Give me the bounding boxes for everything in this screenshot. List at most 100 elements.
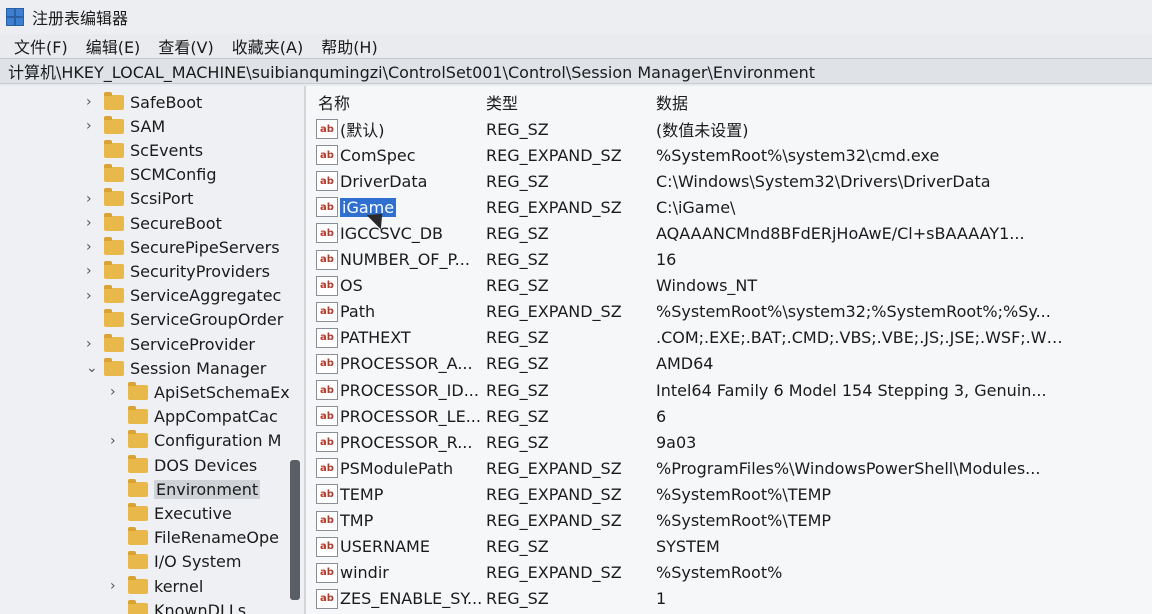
value-row[interactable]: ab PATHEXT REG_SZ .COM;.EXE;.BAT;.CMD;.VBS;… [306, 325, 1152, 351]
folder-icon [104, 260, 124, 279]
tree-item[interactable]: DOS Devices [110, 453, 257, 477]
value-name: USERNAME [340, 537, 482, 556]
value-row[interactable]: ab Path REG_EXPAND_SZ %SystemRoot%\system32… [306, 299, 1152, 325]
tree-item[interactable]: ServiceGroupOrder [86, 308, 283, 332]
tree-item[interactable]: › SecurityProviders [86, 259, 270, 283]
tree-item[interactable]: I/O System [110, 550, 241, 574]
value-data: 9a03 [656, 432, 697, 452]
menu-help[interactable]: 帮助(H) [321, 34, 378, 58]
tree-item[interactable]: › SecureBoot [86, 211, 222, 235]
no-expander [110, 557, 120, 567]
expand-chevron-icon[interactable]: › [86, 192, 96, 206]
value-row[interactable]: ab TMP REG_EXPAND_SZ %SystemRoot%\TEMP [306, 508, 1152, 534]
value-row[interactable]: ab ComSpec REG_EXPAND_SZ %SystemRoot%\syste… [306, 142, 1152, 168]
expand-chevron-icon[interactable]: › [86, 264, 96, 278]
value-name: PROCESSOR_R... [340, 433, 482, 452]
tree-item[interactable]: ⌄ Session Manager [86, 356, 266, 380]
tree-item[interactable]: › ApiSetSchemaEx [110, 380, 290, 404]
value-row[interactable]: ab iGame REG_EXPAND_SZ C:\iGame\ [306, 194, 1152, 220]
tree-item[interactable]: › SAM [86, 114, 165, 138]
folder-icon [104, 285, 124, 304]
folder-icon [128, 430, 148, 449]
tree-item[interactable]: › ServiceAggregatec [86, 284, 281, 308]
menu-edit[interactable]: 编辑(E) [86, 34, 141, 58]
tree-item[interactable]: Environment [110, 477, 261, 501]
value-row[interactable]: ab PSModulePath REG_EXPAND_SZ %ProgramFiles… [306, 455, 1152, 481]
folder-icon [104, 212, 124, 231]
string-value-icon: ab [316, 406, 338, 427]
tree-item[interactable]: KnownDLLs [110, 598, 246, 614]
tree-item[interactable]: FileRenameOpe [110, 526, 279, 550]
value-row[interactable]: ab OS REG_SZ Windows_NT [306, 273, 1152, 299]
tree-item-label: ScEvents [130, 140, 204, 160]
expand-chevron-icon[interactable]: › [86, 95, 96, 109]
menu-favorites[interactable]: 收藏夹(A) [232, 34, 303, 58]
address-bar[interactable]: 计算机\HKEY_LOCAL_MACHINE\suibianqumingzi\C… [0, 58, 1152, 84]
expand-chevron-icon[interactable]: › [86, 119, 96, 133]
value-name: windir [340, 563, 482, 582]
string-value-icon: ab [316, 562, 338, 583]
tree-item-label: ServiceAggregatec [130, 286, 282, 306]
expand-chevron-icon[interactable]: › [86, 216, 96, 230]
expand-chevron-icon[interactable]: › [86, 240, 96, 254]
column-header-data[interactable]: 数据 [656, 90, 688, 114]
value-row[interactable]: ab PROCESSOR_A... REG_SZ AMD64 [306, 351, 1152, 377]
no-expander [110, 412, 120, 422]
tree-item[interactable]: › kernel [110, 574, 203, 598]
column-header-type[interactable]: 类型 [486, 90, 518, 114]
value-row[interactable]: ab PROCESSOR_R... REG_SZ 9a03 [306, 429, 1152, 455]
value-name-text: windir [340, 563, 389, 583]
value-name-text: PROCESSOR_LE... [340, 406, 481, 426]
value-type: REG_SZ [486, 223, 549, 243]
value-type: REG_SZ [486, 537, 549, 557]
value-name: (默认) [340, 117, 482, 141]
tree-item[interactable]: › ScsiPort [86, 187, 193, 211]
value-data: C:\iGame\ [656, 197, 736, 217]
value-row[interactable]: ab PROCESSOR_ID... REG_SZ Intel64 Family 6 … [306, 377, 1152, 403]
tree-item-label: ServiceGroupOrder [130, 310, 284, 330]
tree-item-label: SecurityProviders [130, 261, 270, 281]
tree-item[interactable]: › SafeBoot [86, 90, 202, 114]
tree-item[interactable]: › ServiceProvider [86, 332, 255, 356]
value-row[interactable]: ab DriverData REG_SZ C:\Windows\System32\Dr… [306, 168, 1152, 194]
address-path[interactable]: 计算机\HKEY_LOCAL_MACHINE\suibianqumingzi\C… [8, 59, 815, 83]
tree-item[interactable]: AppCompatCac [110, 405, 278, 429]
tree-item[interactable]: Executive [110, 501, 232, 525]
tree-scrollbar-thumb[interactable] [290, 460, 300, 600]
collapse-chevron-icon[interactable]: ⌄ [86, 361, 98, 375]
value-row[interactable]: ab PROCESSOR_LE... REG_SZ 6 [306, 403, 1152, 429]
value-row[interactable]: ab TEMP REG_EXPAND_SZ %SystemRoot%\TEMP [306, 481, 1152, 507]
string-value-icon: ab [316, 301, 338, 322]
values-list-pane[interactable]: 名称 类型 数据 ab (默认) REG_SZ (数值未设置) ab ComSpec REG… [306, 86, 1152, 614]
tree-item[interactable]: › SecurePipeServers [86, 235, 280, 259]
value-data: %SystemRoot% [656, 563, 783, 583]
value-type: REG_SZ [486, 589, 549, 609]
menu-file[interactable]: 文件(F) [14, 34, 68, 58]
folder-icon [128, 599, 148, 614]
tree-item[interactable]: ScEvents [86, 138, 203, 162]
value-row[interactable]: ab windir REG_EXPAND_SZ %SystemRoot% [306, 560, 1152, 586]
value-row[interactable]: ab ZES_ENABLE_SY... REG_SZ 1 [306, 586, 1152, 612]
menu-view[interactable]: 查看(V) [158, 34, 213, 58]
expand-chevron-icon[interactable]: › [110, 385, 120, 399]
value-row[interactable]: ab (默认) REG_SZ (数值未设置) [306, 116, 1152, 142]
expand-chevron-icon[interactable]: › [110, 579, 120, 593]
value-row[interactable]: ab USERNAME REG_SZ SYSTEM [306, 534, 1152, 560]
value-name: PROCESSOR_LE... [340, 407, 482, 426]
expand-chevron-icon[interactable]: › [110, 434, 120, 448]
key-tree-pane[interactable]: › SafeBoot › SAM ScEvents SCMConfig › ScsiPort ›… [0, 86, 306, 614]
folder-icon [104, 333, 124, 352]
no-expander [110, 460, 120, 470]
tree-item[interactable]: SCMConfig [86, 163, 216, 187]
value-data: %SystemRoot%\system32\cmd.exe [656, 145, 940, 165]
tree-item[interactable]: › Configuration M [110, 429, 281, 453]
column-header-name[interactable]: 名称 [318, 90, 350, 114]
expand-chevron-icon[interactable]: › [86, 337, 96, 351]
value-name: IGCCSVC_DB [340, 224, 482, 243]
value-row[interactable]: ab IGCCSVC_DB REG_SZ AQAAANCMnd8BFdERjHoAwE… [306, 220, 1152, 246]
value-row[interactable]: ab NUMBER_OF_P... REG_SZ 16 [306, 247, 1152, 273]
tree-item-label: DOS Devices [154, 455, 258, 475]
value-name-text: PROCESSOR_A... [340, 354, 473, 374]
expand-chevron-icon[interactable]: › [86, 289, 96, 303]
folder-icon [128, 381, 148, 400]
